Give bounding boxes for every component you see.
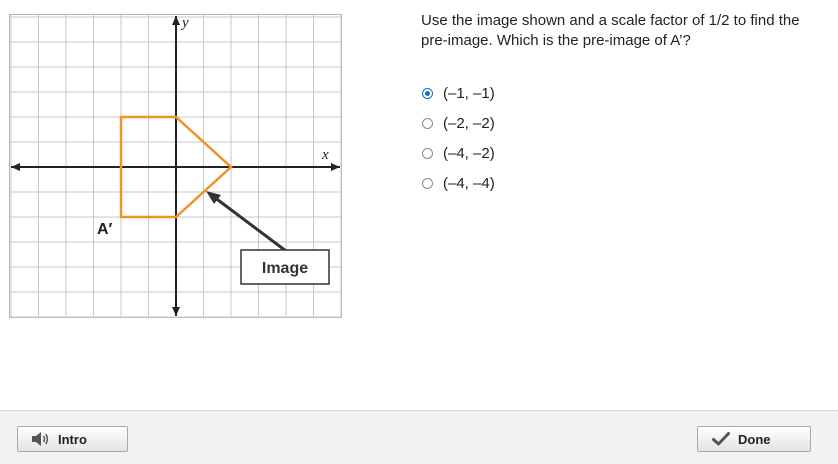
done-label: Done (738, 431, 771, 447)
callout-label: Image (262, 260, 308, 277)
footer-bar: Intro Done (0, 410, 838, 464)
radio-button[interactable] (422, 117, 433, 129)
choice-label: (–4, –4) (443, 174, 495, 192)
y-axis-label: y (180, 15, 189, 31)
radio-button[interactable] (422, 87, 433, 99)
done-button[interactable]: Done (697, 426, 811, 452)
choice-2[interactable]: (–2, –2) (422, 108, 495, 138)
choice-4[interactable]: (–4, –4) (422, 168, 495, 198)
choice-label: (–1, –1) (443, 84, 495, 102)
intro-button[interactable]: Intro (17, 426, 128, 452)
graph-canvas: y x A′ Image (9, 14, 342, 318)
question-text: Use the image shown and a scale factor o… (421, 12, 800, 49)
choice-3[interactable]: (–4, –2) (422, 138, 495, 168)
radio-button[interactable] (422, 147, 433, 159)
choice-label: (–2, –2) (443, 114, 495, 132)
choice-1[interactable]: (–1, –1) (422, 78, 495, 108)
answer-choices: (–1, –1) (–2, –2) (–4, –2) (–4, –4) (422, 78, 495, 198)
x-axis-label: x (321, 147, 329, 163)
choice-label: (–4, –2) (443, 144, 495, 162)
speaker-icon (30, 431, 50, 447)
point-label-a-prime: A′ (97, 221, 113, 238)
radio-button[interactable] (422, 177, 433, 189)
checkmark-icon (712, 431, 730, 447)
coordinate-graph: y x A′ Image (9, 14, 342, 318)
intro-label: Intro (58, 431, 87, 447)
